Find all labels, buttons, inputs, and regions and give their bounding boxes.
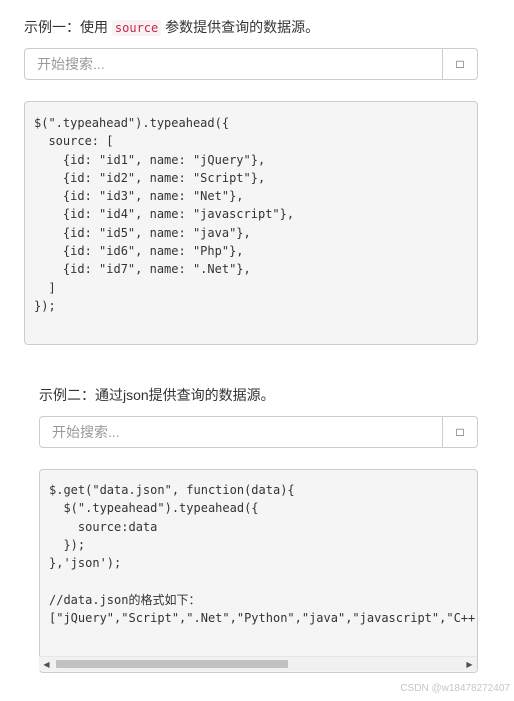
scroll-left-arrow-icon[interactable]: ◀ [39, 657, 54, 671]
search-icon: □ [456, 57, 464, 71]
example1-code-block: $(".typeahead").typeahead({ source: [ {i… [24, 101, 478, 345]
example1-heading: 示例一：使用 source 参数提供查询的数据源。 [24, 17, 319, 38]
example2-heading: 示例二：通过json提供查询的数据源。 [39, 387, 275, 403]
search-icon: □ [456, 425, 464, 439]
horizontal-scrollbar[interactable]: ◀ ▶ [39, 656, 477, 671]
example1-search-input[interactable] [24, 48, 442, 80]
example2-code-block: $.get("data.json", function(data){ $(".t… [39, 469, 478, 673]
example2-search-group: □ [39, 416, 478, 448]
example1-heading-prefix: 示例一：使用 [24, 19, 108, 35]
example2-search-input[interactable] [39, 416, 442, 448]
scroll-thumb[interactable] [56, 660, 288, 668]
example2-search-button[interactable]: □ [442, 416, 478, 448]
example1-search-group: □ [24, 48, 478, 80]
scroll-right-arrow-icon[interactable]: ▶ [462, 657, 477, 671]
example1-heading-suffix: 参数提供查询的数据源。 [165, 19, 320, 35]
source-param-code: source [111, 20, 162, 36]
watermark: CSDN @w18478272407 [400, 683, 510, 694]
example1-search-button[interactable]: □ [442, 48, 478, 80]
